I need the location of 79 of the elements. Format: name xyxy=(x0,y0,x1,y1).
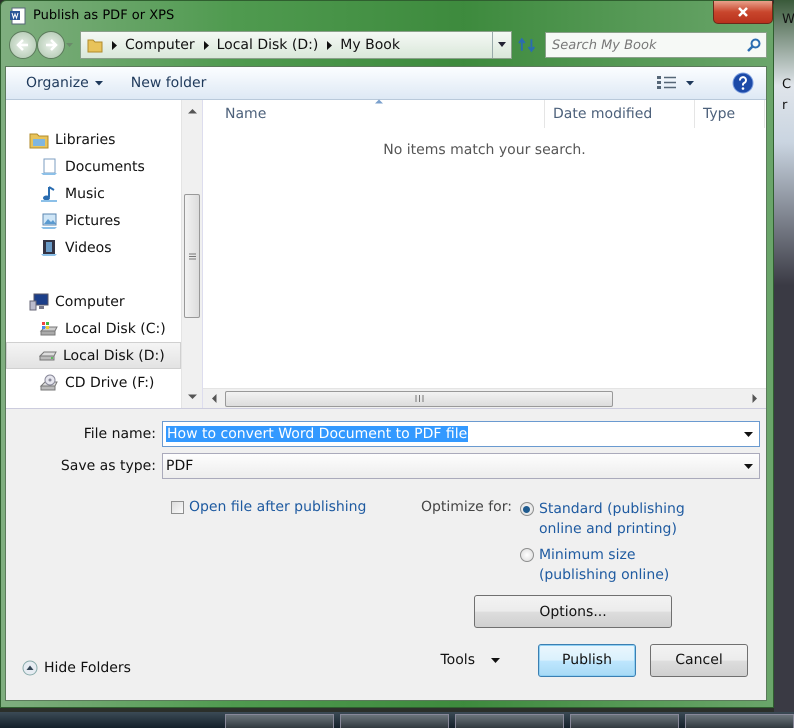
caret-icon xyxy=(94,80,103,86)
field-label: Save as type: xyxy=(60,458,157,474)
taskbar-button[interactable] xyxy=(685,714,794,728)
menu-button[interactable]: Organize xyxy=(16,71,113,95)
background-text: r xyxy=(781,98,788,113)
field-label: File name: xyxy=(82,426,157,442)
caret-icon xyxy=(65,42,74,48)
navigation-item[interactable]: Music xyxy=(6,180,181,207)
taskbar-button[interactable] xyxy=(570,714,679,728)
options-button[interactable]: Options... xyxy=(474,595,672,628)
document-icon xyxy=(39,158,59,176)
music-note-icon xyxy=(39,184,59,202)
caret-icon xyxy=(686,80,694,86)
collapse-icon xyxy=(22,660,38,676)
computer-icon xyxy=(29,292,49,310)
up-arrow-icon xyxy=(188,108,196,114)
left-arrow-icon xyxy=(16,39,30,52)
breadcrumb[interactable]: My Book xyxy=(340,37,400,54)
column-header[interactable]: Date modified xyxy=(545,100,695,128)
dropdown-arrow-icon xyxy=(744,464,753,468)
help-icon xyxy=(732,72,754,94)
scrollbar-thumb[interactable] xyxy=(184,194,200,318)
dropdown-arrow-icon xyxy=(744,432,753,436)
film-icon xyxy=(39,238,59,256)
close-button[interactable] xyxy=(713,1,773,24)
refresh-arrows-icon xyxy=(518,37,535,54)
folder-icon xyxy=(87,37,103,54)
address-bar[interactable]: Computer Local Disk (D:) My Book xyxy=(80,31,512,60)
navigation-item[interactable]: Pictures xyxy=(6,207,181,234)
word-document-icon xyxy=(9,6,27,25)
close-icon xyxy=(737,6,749,18)
caret-icon xyxy=(496,42,507,48)
search-field[interactable]: Search My Book xyxy=(545,32,767,58)
grip-icon xyxy=(188,252,196,260)
taskbar-button[interactable] xyxy=(455,714,564,728)
cancel-button[interactable]: Cancel xyxy=(650,644,748,676)
navigation-item[interactable]: Videos xyxy=(6,234,181,261)
column-header[interactable]: Type xyxy=(695,100,765,128)
checkbox[interactable]: Open file after publishing xyxy=(171,499,421,585)
file-type-dropdown[interactable]: PDF xyxy=(162,453,760,479)
hide-folders-button[interactable]: Hide Folders xyxy=(22,660,131,676)
radio-button[interactable]: Minimum size (publishing online) xyxy=(520,545,689,585)
view-list-icon xyxy=(656,75,678,91)
drive-icon xyxy=(39,320,59,338)
forward-button[interactable] xyxy=(37,31,65,60)
search-icon xyxy=(747,38,761,52)
navigation-item[interactable]: Local Disk (D:) xyxy=(6,342,181,369)
background-text: C xyxy=(781,77,792,92)
back-button[interactable] xyxy=(9,31,37,60)
down-arrow-icon xyxy=(188,394,196,400)
navigation-item[interactable]: Libraries xyxy=(6,126,181,153)
disc-drive-icon xyxy=(39,374,59,392)
caret-icon xyxy=(491,658,500,662)
scrollbar-thumb[interactable] xyxy=(225,390,613,406)
option-label: Optimize for: xyxy=(421,499,512,517)
radio-button[interactable]: Standard (publishing online and printing) xyxy=(520,499,689,539)
navigation-item[interactable]: Local Disk (C:) xyxy=(6,315,181,342)
navigation-item[interactable]: Documents xyxy=(6,153,181,180)
drive-icon xyxy=(39,350,57,360)
taskbar-button[interactable] xyxy=(340,714,449,728)
chevron-icon xyxy=(202,40,209,50)
primary-button[interactable]: Publish xyxy=(538,644,636,676)
left-arrow-icon xyxy=(211,394,217,403)
grip-icon xyxy=(414,395,424,402)
chevron-icon xyxy=(111,40,117,50)
picture-frame-icon xyxy=(39,212,59,230)
right-arrow-icon xyxy=(752,394,758,403)
chevron-icon xyxy=(326,40,332,50)
window-title: Publish as PDF or XPS xyxy=(33,8,174,24)
empty-message: No items match your search. xyxy=(383,142,586,158)
library-icon xyxy=(29,130,49,148)
navigation-item[interactable]: CD Drive (F:) xyxy=(6,369,181,396)
toolbar-button[interactable]: New folder xyxy=(120,71,216,95)
breadcrumb[interactable]: Computer xyxy=(125,37,195,54)
tools-menu-button[interactable]: Tools xyxy=(436,648,504,672)
navigation-item[interactable]: Computer xyxy=(6,288,181,315)
right-arrow-icon xyxy=(44,39,58,52)
taskbar-button[interactable] xyxy=(225,714,334,728)
breadcrumb[interactable]: Local Disk (D:) xyxy=(216,37,318,54)
